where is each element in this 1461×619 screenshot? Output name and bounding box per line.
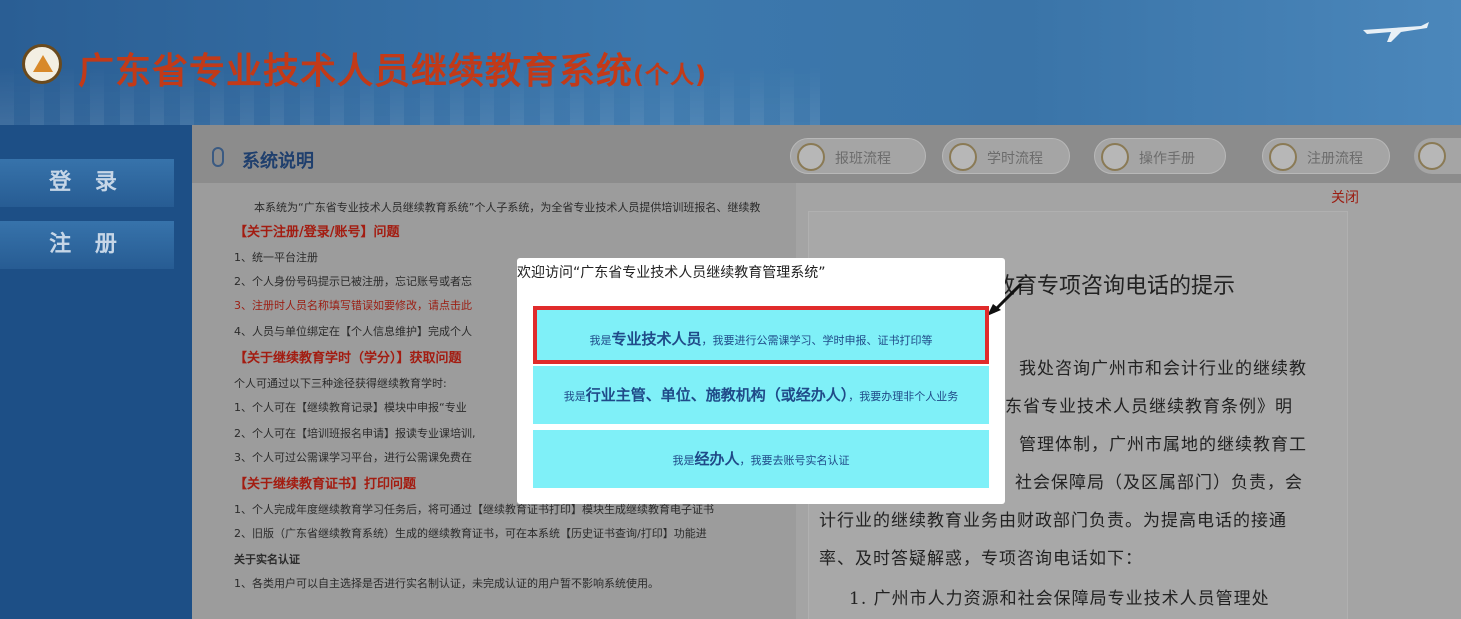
notice-line: 1. 广州市人力资源和社会保障局专业技术人员管理处 [849,589,1270,609]
notice-line: 东省专业技术人员继续教育条例》明 [1005,397,1293,417]
section-title: 系统说明 [242,151,314,172]
help-button[interactable] [1414,138,1461,174]
register-flow-button[interactable]: 注册流程 [1262,138,1390,174]
choice-suffix: ，我要去账号实名认证 [739,454,850,467]
register-flow-label: 注册流程 [1307,151,1363,167]
content-line: 1、统一平台注册 [234,251,318,264]
pointer-arrow-icon [987,282,1023,316]
choice-role: 行业主管、单位、施教机构（或经办人） [585,386,849,404]
choice-role: 经办人 [694,450,740,468]
content-line: 个人可通过以下三种途径获得继续教育学时: [234,377,447,390]
dialog-title: 欢迎访问“广东省专业技术人员继续教育管理系统” [517,265,826,281]
role-select-dialog: 欢迎访问“广东省专业技术人员继续教育管理系统” 我是专业技术人员，我要进行公需课… [517,258,1023,504]
document-icon [797,143,825,171]
microphone-icon [212,147,224,167]
notice-close-button[interactable]: 关闭 [1331,187,1359,207]
section-heading-hours: 【关于继续教育学时（学分）】获取问题 [234,351,462,366]
choice-prefix: 我是 [589,334,612,347]
plane-icon [1363,22,1429,42]
document-icon [1269,143,1297,171]
site-logo-icon [22,44,62,84]
choice-prefix: 我是 [672,454,695,467]
register-button[interactable]: 注 册 [0,221,174,269]
hours-flow-label: 学时流程 [987,151,1043,167]
site-title-suffix: (个人) [633,61,707,89]
site-title-text: 广东省专业技术人员继续教育系统 [78,51,634,92]
content-line: 2、个人可在【培训班报名申请】报读专业课培训, [234,427,476,440]
content-line: 2、个人身份号码提示已被注册，忘记账号或者忘 [234,275,472,288]
notice-line: 社会保障局（及区属部门）负责，会 [1015,473,1303,493]
choice-prefix: 我是 [563,390,586,403]
intro-text: 本系统为“广东省专业技术人员继续教育系统”个人子系统，为全省专业技术人员提供培训… [254,201,761,214]
site-title: 广东省专业技术人员继续教育系统(个人) [78,42,707,94]
choice-suffix: ，我要进行公需课学习、学时申报、证书打印等 [701,334,933,347]
enroll-flow-label: 报班流程 [835,151,891,167]
site-header: 广东省专业技术人员继续教育系统(个人) [0,0,1461,125]
content-line-link[interactable]: 3、注册时人员名称填写错误如要修改，请点击此 [234,297,472,313]
section-heading-realname: 关于实名认证 [234,553,300,566]
content-line: 3、个人可过公需课学习平台，进行公需课免费在 [234,451,472,464]
section-heading-account: 【关于注册/登录/账号】问题 [234,225,400,240]
enroll-flow-button[interactable]: 报班流程 [790,138,926,174]
organization-role-button[interactable]: 我是行业主管、单位、施教机构（或经办人），我要办理非个人业务 [533,366,989,424]
content-line: 1、个人可在【继续教育记录】模块中申报“专业 [234,401,467,414]
left-nav: 登 录 注 册 [0,125,192,619]
notice-line: 管理体制，广州市属地的继续教育工 [1019,435,1307,455]
content-line: 4、人员与单位绑定在【个人信息维护】完成个人 [234,325,472,338]
choice-role: 专业技术人员 [611,330,702,348]
content-line: 2、旧版（广东省继续教育系统）生成的继续教育证书，可在本系统【历史证书查询/打印… [234,527,707,540]
notice-line: 我处咨询广州市和会计行业的继续教 [1019,359,1307,379]
section-heading-certificate: 【关于继续教育证书】打印问题 [234,477,417,492]
content-line: 1、各类用户可以自主选择是否进行实名制认证，未完成认证的用户暂不影响系统使用。 [234,577,659,590]
hours-flow-button[interactable]: 学时流程 [942,138,1070,174]
login-button[interactable]: 登 录 [0,159,174,207]
notice-line: 计行业的继续教育业务由财政部门负责。为提高电话的接通 [819,511,1287,531]
main-header: 系统说明 报班流程 学时流程 操作手册 注册流程 [192,125,1461,183]
agent-role-button[interactable]: 我是经办人，我要去账号实名认证 [533,430,989,488]
choice-suffix: ，我要办理非个人业务 [848,390,959,403]
lightbulb-icon [1418,142,1446,170]
book-icon [1101,143,1129,171]
manual-label: 操作手册 [1139,151,1195,167]
professional-role-button[interactable]: 我是专业技术人员，我要进行公需课学习、学时申报、证书打印等 [533,306,989,364]
manual-button[interactable]: 操作手册 [1094,138,1226,174]
notice-line: 率、及时答疑解惑，专项咨询电话如下： [819,549,1143,569]
document-icon [949,143,977,171]
